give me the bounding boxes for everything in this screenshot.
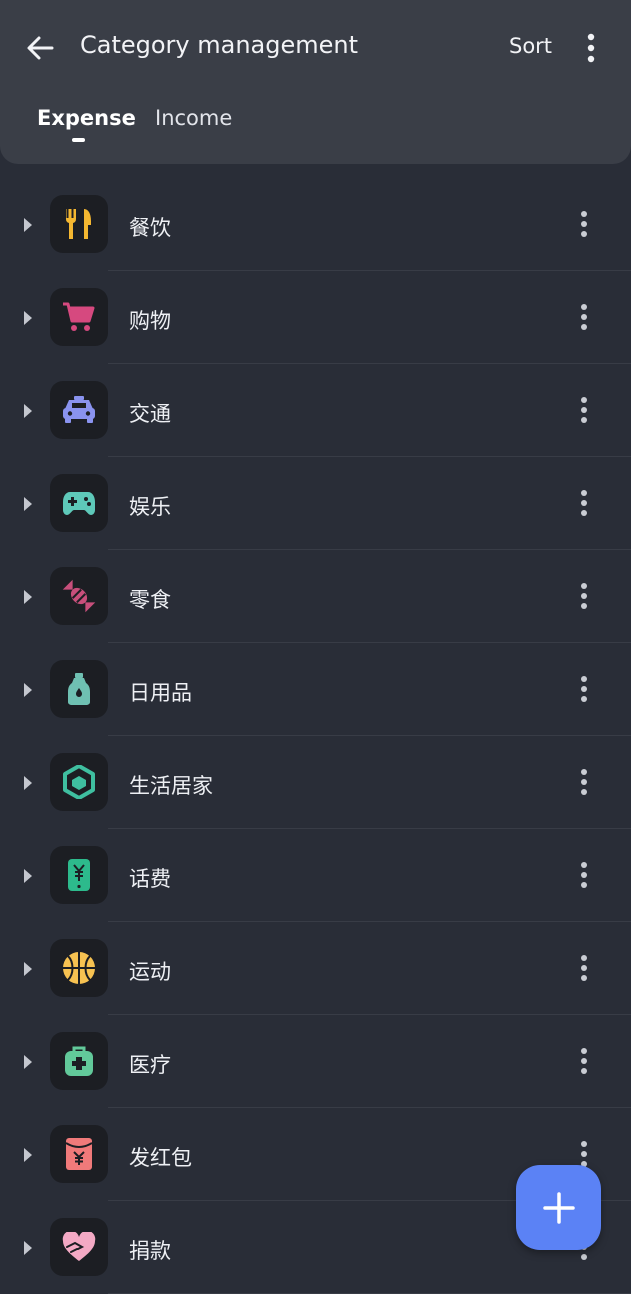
category-more-button[interactable] [568,390,600,430]
category-label: 生活居家 [129,774,213,798]
expand-arrow-icon[interactable] [24,404,32,418]
category-label: 购物 [129,309,171,333]
more-vert-icon [581,676,587,702]
expand-arrow-icon[interactable] [24,962,32,976]
category-row[interactable]: 医疗 [0,1015,631,1108]
more-vert-icon [581,583,587,609]
category-row[interactable]: 购物 [0,271,631,364]
category-row[interactable]: 餐饮 [0,178,631,271]
category-more-button[interactable] [568,855,600,895]
expand-arrow-icon[interactable] [24,683,32,697]
category-more-button[interactable] [568,1041,600,1081]
expand-arrow-icon[interactable] [24,869,32,883]
expand-arrow-icon[interactable] [24,1148,32,1162]
expand-arrow-icon[interactable] [24,1055,32,1069]
tab-income[interactable]: Income [155,106,232,130]
utensils-icon [65,209,91,239]
category-icon-tile [50,1218,108,1276]
category-list: 餐饮 购物 交通 娱乐 零食 日用品 生活居家 话费 运动 医疗 发红包 捐款 [0,178,631,1294]
category-icon-tile [50,939,108,997]
category-icon-tile [50,195,108,253]
expand-arrow-icon[interactable] [24,497,32,511]
category-row[interactable]: 交通 [0,364,631,457]
category-label: 话费 [129,867,171,891]
more-vert-icon [581,490,587,516]
taxi-icon [63,396,95,423]
donation-heart-icon [62,1232,96,1261]
more-vert-icon [581,304,587,330]
category-label: 日用品 [129,681,192,705]
category-icon-tile [50,846,108,904]
expand-arrow-icon[interactable] [24,1241,32,1255]
shopping-cart-icon [63,302,95,331]
more-vert-icon [581,397,587,423]
more-vert-icon [587,33,595,63]
category-row[interactable]: 娱乐 [0,457,631,550]
phone-bill-icon [68,859,90,891]
category-more-button[interactable] [568,948,600,988]
sort-button[interactable]: Sort [509,34,552,58]
back-arrow-icon [27,36,54,60]
category-label: 娱乐 [129,495,171,519]
category-label: 运动 [129,960,171,984]
basketball-icon [63,952,95,984]
category-row[interactable]: 生活居家 [0,736,631,829]
category-more-button[interactable] [568,669,600,709]
more-vert-icon [581,955,587,981]
category-icon-tile [50,381,108,439]
category-row[interactable]: 运动 [0,922,631,1015]
category-more-button[interactable] [568,762,600,802]
tab-expense[interactable]: Expense [37,106,136,130]
add-category-button[interactable] [516,1165,601,1250]
candy-icon [62,579,96,613]
page-title: Category management [80,31,359,59]
category-more-button[interactable] [568,297,600,337]
category-icon-tile [50,660,108,718]
category-more-button[interactable] [568,483,600,523]
category-icon-tile [50,1032,108,1090]
home-cube-icon [63,765,95,799]
category-label: 医疗 [129,1053,171,1077]
category-icon-tile [50,474,108,532]
category-label: 发红包 [129,1146,192,1170]
more-vert-icon [581,1048,587,1074]
more-vert-icon [581,211,587,237]
red-envelope-icon [65,1138,93,1170]
app-bar: Category management Sort Expense Income [0,0,631,164]
more-vert-icon [581,769,587,795]
detergent-bottle-icon [68,673,90,705]
more-options-button[interactable] [575,26,607,70]
category-label: 捐款 [129,1239,171,1263]
expand-arrow-icon[interactable] [24,590,32,604]
category-icon-tile [50,1125,108,1183]
more-vert-icon [581,1141,587,1167]
category-row[interactable]: 零食 [0,550,631,643]
expand-arrow-icon[interactable] [24,218,32,232]
category-more-button[interactable] [568,576,600,616]
category-icon-tile [50,753,108,811]
category-more-button[interactable] [568,204,600,244]
medical-kit-icon [65,1046,93,1076]
tab-indicator [72,138,85,142]
expand-arrow-icon[interactable] [24,311,32,325]
category-label: 交通 [129,402,171,426]
category-row[interactable]: 话费 [0,829,631,922]
plus-icon [542,1191,575,1224]
back-button[interactable] [18,26,62,70]
category-label: 餐饮 [129,216,171,240]
expand-arrow-icon[interactable] [24,776,32,790]
more-vert-icon [581,862,587,888]
gamepad-icon [63,492,95,515]
category-row[interactable]: 日用品 [0,643,631,736]
category-icon-tile [50,567,108,625]
category-icon-tile [50,288,108,346]
category-label: 零食 [129,588,171,612]
